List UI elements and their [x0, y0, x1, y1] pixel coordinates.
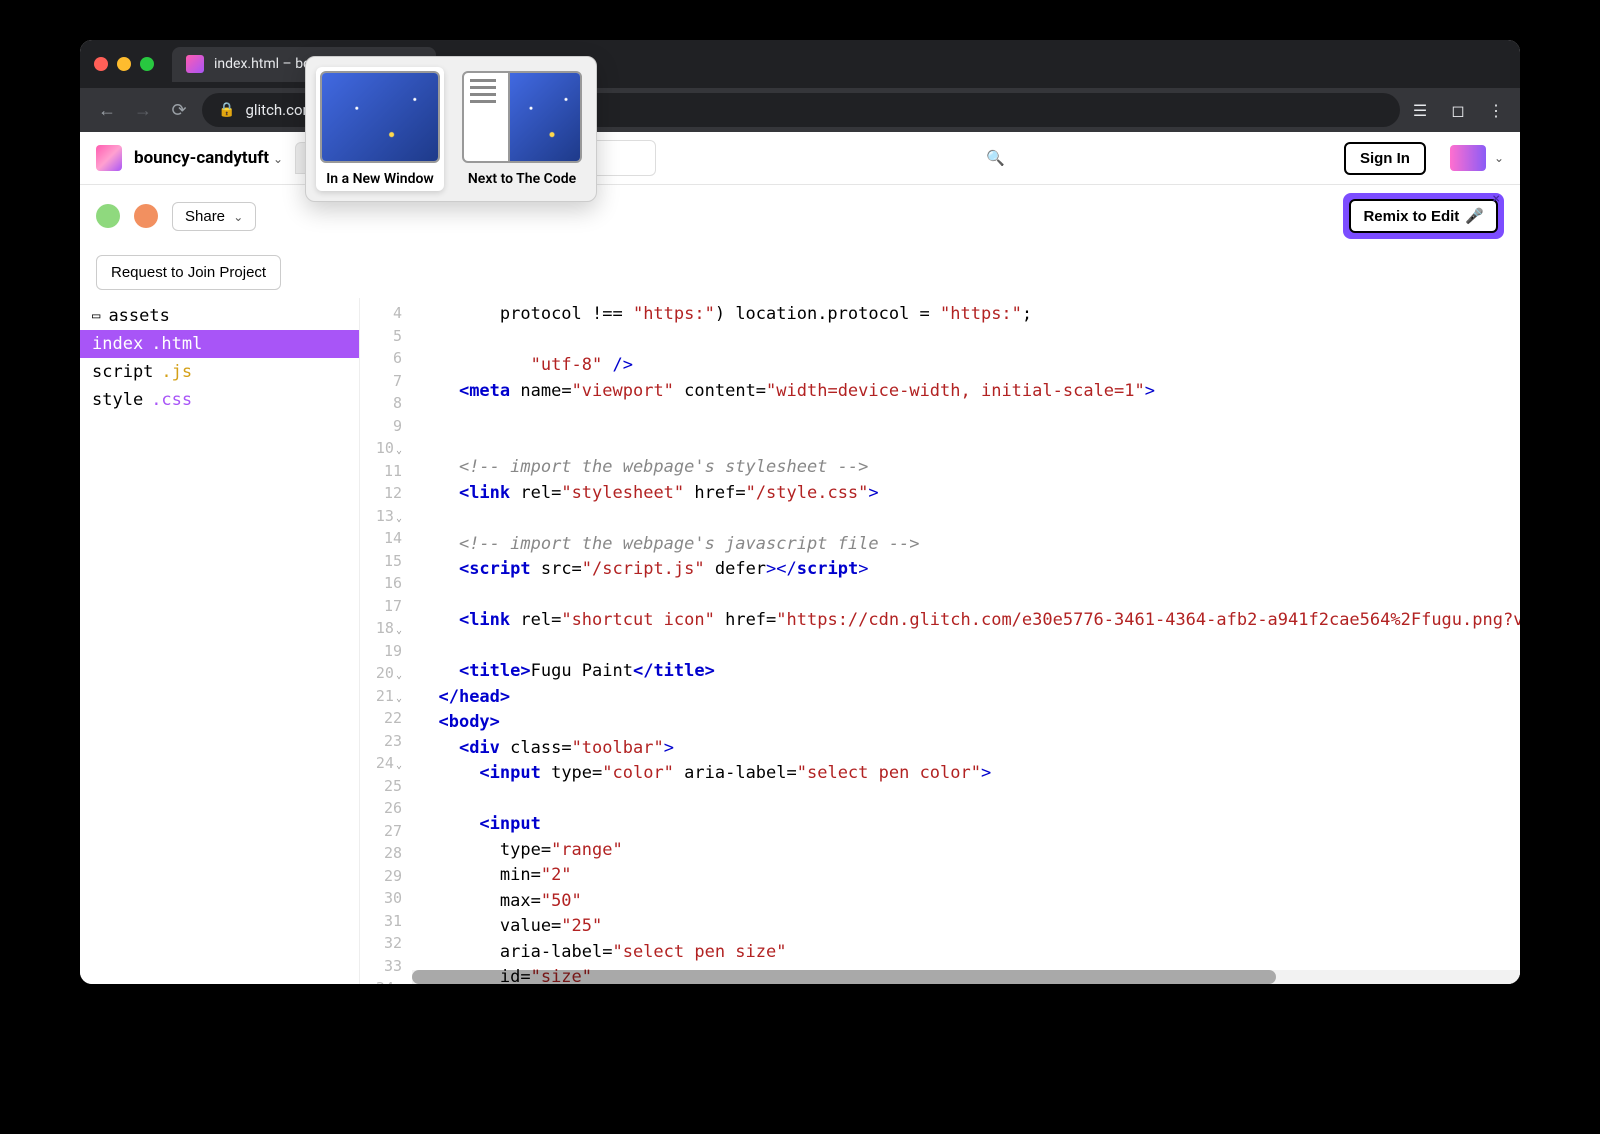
show-option-next-to-code[interactable]: Next to The Code	[458, 67, 586, 191]
maximize-window-icon[interactable]	[140, 57, 154, 71]
glitch-favicon-icon	[186, 55, 204, 73]
request-to-join-button[interactable]: Request to Join Project	[96, 255, 281, 290]
reader-icon[interactable]: ☰	[1410, 101, 1430, 120]
file-script-js[interactable]: script.js	[80, 358, 359, 386]
tab-strip: index.html – bouncy-candytuft × +	[80, 40, 1520, 88]
code-editor[interactable]: 45678910⌄111213⌄1415161718⌄1920⌄21⌄22232…	[360, 298, 1520, 984]
forward-icon[interactable]: →	[130, 100, 156, 121]
glitch-header: bouncy-candytuft⌄ 👓 Show ⌄ 🔍 Sign In ⌄	[80, 132, 1520, 185]
minimize-window-icon[interactable]	[117, 57, 131, 71]
profile-icon[interactable]: ◻	[1448, 101, 1468, 120]
lock-icon: 🔒	[218, 102, 235, 118]
avatar-icon	[1450, 145, 1486, 171]
show-popover: In a New Window Next to The Code	[305, 56, 597, 202]
project-name-dropdown[interactable]: bouncy-candytuft⌄	[134, 148, 283, 168]
sign-in-button[interactable]: Sign In	[1344, 142, 1426, 175]
folder-icon: ▭	[92, 308, 100, 324]
assets-folder[interactable]: ▭ assets	[80, 302, 359, 330]
toolbar: ← → ⟳ 🔒 glitch.com/edit/#!/bouncy-candyt…	[80, 88, 1520, 132]
request-row: Request to Join Project	[80, 247, 1520, 298]
close-window-icon[interactable]	[94, 57, 108, 71]
traffic-lights	[94, 57, 154, 71]
thumbnail	[462, 71, 582, 163]
presence-avatar[interactable]	[134, 204, 158, 228]
chevron-down-icon: ⌄	[1494, 151, 1504, 165]
presence-avatar[interactable]	[96, 204, 120, 228]
microphone-icon: 🎤	[1465, 207, 1484, 225]
reload-icon[interactable]: ⟳	[166, 100, 192, 121]
glitch-logo-icon[interactable]	[96, 145, 122, 171]
show-option-new-window[interactable]: In a New Window	[316, 67, 444, 191]
search-icon: 🔍	[986, 149, 1005, 167]
file-sidebar: ▭ assets index.html script.js style.css	[80, 298, 360, 984]
horizontal-scrollbar[interactable]	[412, 970, 1520, 984]
scrollbar-thumb[interactable]	[412, 970, 1276, 984]
file-index-html[interactable]: index.html	[80, 330, 359, 358]
remix-button[interactable]: Remix to Edit 🎤	[1349, 199, 1498, 233]
main-area: ▭ assets index.html script.js style.css …	[80, 298, 1520, 984]
close-icon[interactable]: ×	[1493, 191, 1500, 207]
remix-banner: × Remix to Edit 🎤	[1343, 193, 1504, 239]
kebab-menu-icon[interactable]: ⋮	[1486, 101, 1506, 120]
share-button[interactable]: Share ⌄	[172, 202, 256, 231]
back-icon[interactable]: ←	[94, 100, 120, 121]
gutter: 45678910⌄111213⌄1415161718⌄1920⌄21⌄22232…	[360, 298, 410, 984]
browser-window: index.html – bouncy-candytuft × + ← → ⟳ …	[80, 40, 1520, 984]
file-style-css[interactable]: style.css	[80, 386, 359, 414]
presence-row: Share ⌄ × Remix to Edit 🎤	[80, 185, 1520, 247]
thumbnail	[320, 71, 440, 163]
toolbar-right: ☰ ◻ ⋮	[1410, 101, 1506, 120]
user-menu[interactable]: ⌄	[1438, 145, 1504, 171]
code-content[interactable]: protocol !== "https:") location.protocol…	[410, 298, 1520, 984]
